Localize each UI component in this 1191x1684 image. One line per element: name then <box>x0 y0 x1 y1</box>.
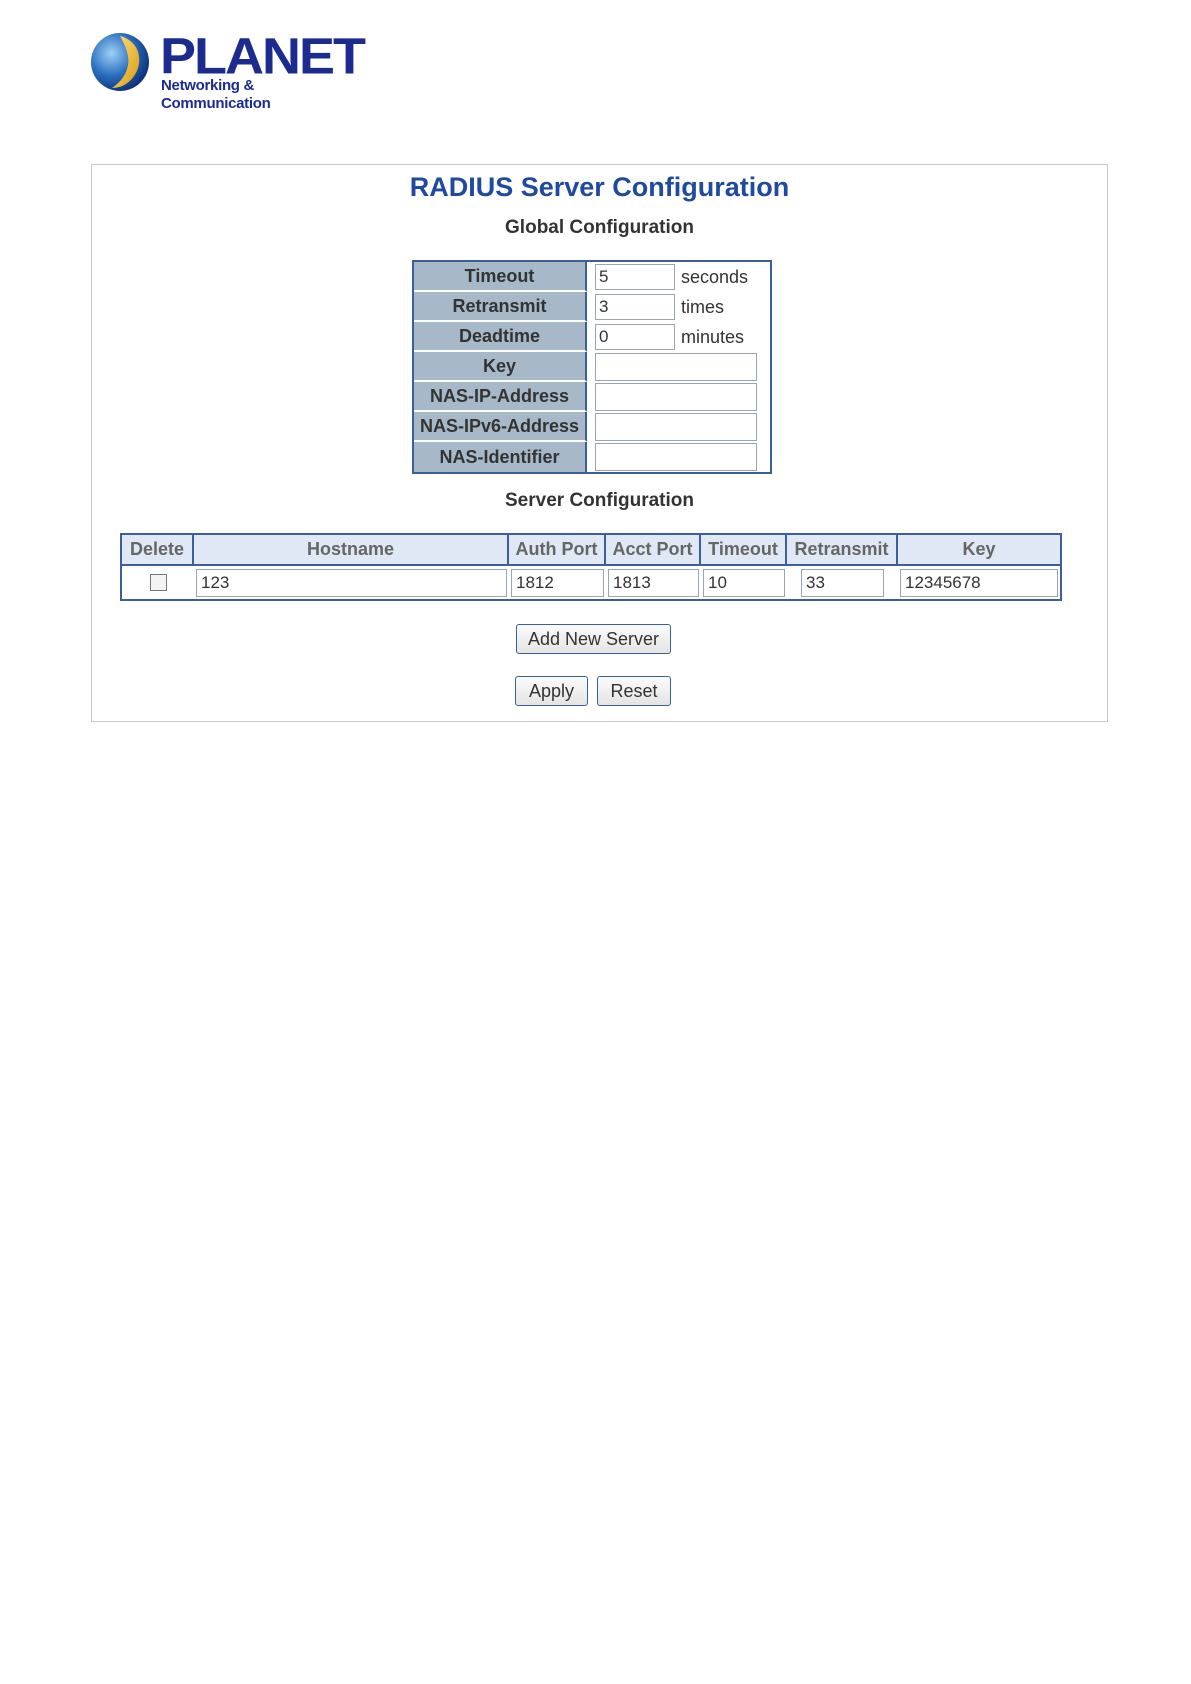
nas-identifier-row: NAS-Identifier <box>414 442 770 472</box>
column-header-auth-port: Auth Port <box>509 535 606 566</box>
column-header-key: Key <box>898 535 1060 566</box>
nas-ipv6-label: NAS-IPv6-Address <box>414 412 587 442</box>
server-timeout-input[interactable] <box>703 568 785 597</box>
config-panel: RADIUS Server Configuration Global Confi… <box>91 164 1108 722</box>
delete-checkbox[interactable] <box>149 574 167 591</box>
nas-identifier-label: NAS-Identifier <box>414 442 587 472</box>
deadtime-row: Deadtime minutes <box>414 322 770 352</box>
global-config-table: Timeout seconds Retransmit times Deadtim… <box>412 260 772 474</box>
key-input[interactable] <box>595 353 757 381</box>
hostname-input[interactable] <box>196 568 507 597</box>
global-config-title: Global Configuration <box>505 217 694 238</box>
nas-ipv6-input[interactable] <box>595 413 757 441</box>
nas-ip-input[interactable] <box>595 383 757 411</box>
nas-ip-label: NAS-IP-Address <box>414 382 587 412</box>
server-config-title: Server Configuration <box>505 490 694 511</box>
apply-button[interactable]: Apply <box>515 676 588 706</box>
key-label: Key <box>414 352 587 382</box>
deadtime-input[interactable] <box>595 324 675 350</box>
timeout-input[interactable] <box>595 264 675 290</box>
acct-port-input[interactable] <box>608 568 699 597</box>
timeout-row: Timeout seconds <box>414 262 770 292</box>
page-title: RADIUS Server Configuration <box>409 172 790 202</box>
nas-ip-row: NAS-IP-Address <box>414 382 770 412</box>
server-retransmit-input[interactable] <box>801 568 884 597</box>
retransmit-unit: times <box>681 296 725 317</box>
retransmit-row: Retransmit times <box>414 292 770 322</box>
reset-button[interactable]: Reset <box>597 676 671 706</box>
timeout-label: Timeout <box>414 262 587 292</box>
planet-logo: PLANET Networking & Communication <box>90 28 366 112</box>
logo-tagline: Networking & Communication <box>161 77 271 112</box>
globe-logo-icon <box>91 33 149 91</box>
add-new-server-button[interactable]: Add New Server <box>516 624 671 654</box>
column-header-retransmit: Retransmit <box>787 535 898 566</box>
nas-identifier-input[interactable] <box>595 443 757 471</box>
column-header-timeout: Timeout <box>701 535 787 566</box>
column-header-delete: Delete <box>122 535 194 566</box>
retransmit-input[interactable] <box>595 294 675 320</box>
table-row <box>122 566 1060 599</box>
nas-ipv6-row: NAS-IPv6-Address <box>414 412 770 442</box>
server-key-input[interactable] <box>900 568 1058 597</box>
server-config-table: Delete Hostname Auth Port Acct Port Time… <box>120 533 1062 601</box>
timeout-unit: seconds <box>681 266 749 287</box>
retransmit-label: Retransmit <box>414 292 587 322</box>
deadtime-label: Deadtime <box>414 322 587 352</box>
deadtime-unit: minutes <box>681 326 745 347</box>
key-row: Key <box>414 352 770 382</box>
column-header-acct-port: Acct Port <box>606 535 701 566</box>
column-header-hostname: Hostname <box>194 535 509 566</box>
auth-port-input[interactable] <box>511 568 604 597</box>
table-header: Delete Hostname Auth Port Acct Port Time… <box>122 535 1060 566</box>
